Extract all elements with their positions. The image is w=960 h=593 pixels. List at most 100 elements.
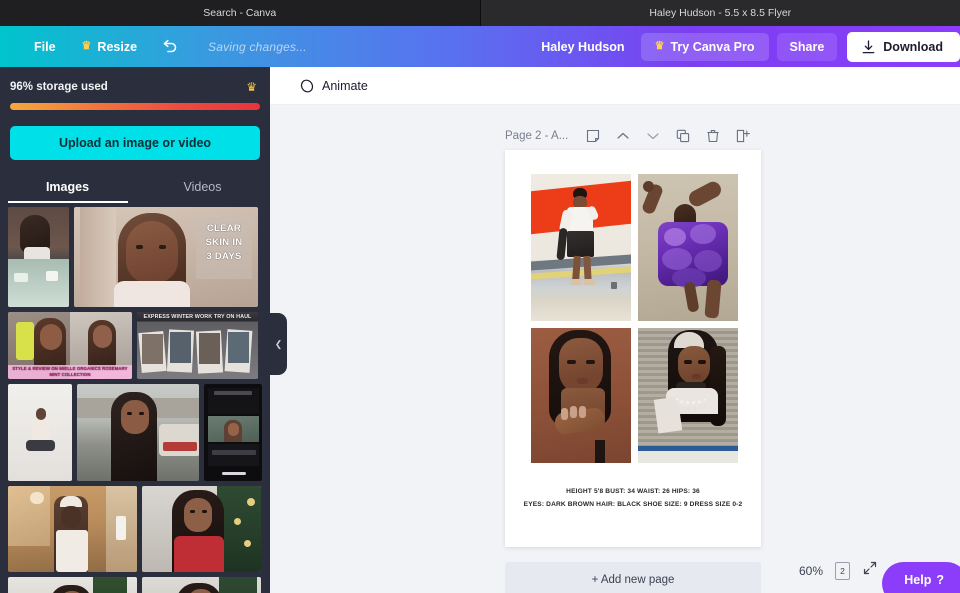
crown-icon: ♛ <box>654 40 665 52</box>
thumbnail-item[interactable] <box>8 384 72 481</box>
design-photo-pearl-necklace[interactable] <box>638 328 738 463</box>
uploads-sidebar: 96% storage used ♛ Upload an image or vi… <box>0 67 270 593</box>
thumbnail-item[interactable] <box>203 384 262 481</box>
page-count-button[interactable]: 2 <box>835 561 850 580</box>
share-label: Share <box>789 39 825 54</box>
crown-icon: ♛ <box>246 80 257 94</box>
add-page-button[interactable] <box>728 125 758 147</box>
toolbar-left-group: File ♛ Resize Saving changes... <box>0 33 307 60</box>
saving-status: Saving changes... <box>208 39 307 54</box>
sidebar-collapse-handle[interactable]: ❮ <box>270 313 287 375</box>
move-down-button[interactable] <box>638 125 668 147</box>
file-menu-button[interactable]: File <box>22 34 68 60</box>
try-canva-pro-button[interactable]: ♛ Try Canva Pro <box>640 32 769 61</box>
help-button[interactable]: Help ? <box>882 562 960 593</box>
browser-tab-search[interactable]: Search - Canva <box>0 0 480 26</box>
expand-button[interactable] <box>862 560 878 581</box>
crown-icon: ♛ <box>81 40 92 52</box>
expand-icon <box>863 561 877 575</box>
tab-videos-label: Videos <box>183 180 222 194</box>
design-photo-grid <box>531 174 738 463</box>
design-caption-line-1: HEIGHT 5'8 BUST: 34 WAIST: 26 HIPS: 36 <box>566 488 700 495</box>
notes-icon <box>587 129 600 143</box>
duplicate-button[interactable] <box>668 125 698 147</box>
add-new-page-label: + Add new page <box>591 574 675 586</box>
page-label[interactable]: Page 2 - A... <box>505 130 568 142</box>
upload-media-button[interactable]: Upload an image or video <box>10 126 260 160</box>
toolbar-right-group: Haley Hudson ♛ Try Canva Pro Share Downl… <box>533 31 960 62</box>
storage-used-label: 96% storage used <box>10 81 108 93</box>
animate-label: Animate <box>322 78 368 93</box>
thumbnail-caption: CLEAR SKIN IN 3 DAYS <box>205 223 243 262</box>
delete-button[interactable] <box>698 125 728 147</box>
tab-images[interactable]: Images <box>0 174 135 203</box>
canvas-scroll-area[interactable]: Page 2 - A... HEIGHT 5'8 BUST: 34 WAIST:… <box>270 105 960 593</box>
download-label: Download <box>883 39 943 54</box>
browser-tab-title: Haley Hudson - 5.5 x 8.5 Flyer <box>649 7 792 19</box>
storage-row: 96% storage used ♛ <box>0 67 270 94</box>
share-button[interactable]: Share <box>776 32 838 61</box>
uploads-thumbnail-grid: CLEAR SKIN IN 3 DAYS STYLE & REVIEW ON M… <box>0 207 270 593</box>
animate-icon <box>300 79 314 92</box>
design-photo-beauty-headshot[interactable] <box>531 328 631 463</box>
undo-icon <box>163 39 177 53</box>
zoom-controls: 60% 2 <box>784 551 892 593</box>
move-up-button[interactable] <box>608 125 638 147</box>
thumbnail-item[interactable] <box>8 486 137 572</box>
design-caption-block: HEIGHT 5'8 BUST: 34 WAIST: 26 HIPS: 36 E… <box>505 486 761 512</box>
move-down-icon <box>647 133 659 140</box>
duplicate-icon <box>677 129 690 143</box>
thumbnail-row <box>8 577 262 593</box>
storage-progress-bar <box>10 103 260 110</box>
account-name-label: Haley Hudson <box>541 39 625 54</box>
thumbnail-item[interactable] <box>8 207 69 307</box>
thumbnail-caption: STYLE & REVIEW ON MIELLE ORGANICS ROSEMA… <box>12 366 128 377</box>
design-caption-line-2: EYES: DARK BROWN HAIR: BLACK SHOE SIZE: … <box>523 500 743 508</box>
move-up-icon <box>617 132 629 139</box>
design-photo-red-wall[interactable] <box>531 174 631 321</box>
resize-button[interactable]: ♛ Resize <box>70 34 149 60</box>
thumbnail-item[interactable] <box>142 486 261 572</box>
file-menu-label: File <box>34 39 56 54</box>
browser-tab-title: Search - Canva <box>203 7 277 19</box>
thumbnail-item[interactable] <box>76 384 199 481</box>
page-toolbar: Page 2 - A... <box>505 125 758 147</box>
thumbnail-row: STYLE & REVIEW ON MIELLE ORGANICS ROSEMA… <box>8 312 262 379</box>
add-page-icon <box>737 129 751 143</box>
tab-active-underline <box>8 201 128 203</box>
thumbnail-item[interactable] <box>8 577 137 593</box>
delete-icon <box>707 130 719 143</box>
thumbnail-caption: EXPRESS WINTER WORK TRY ON HAUL <box>143 314 252 320</box>
thumbnail-row: CLEAR SKIN IN 3 DAYS <box>8 207 262 307</box>
thumbnail-item[interactable] <box>142 577 261 593</box>
design-page-2[interactable]: HEIGHT 5'8 BUST: 34 WAIST: 26 HIPS: 36 E… <box>505 150 761 547</box>
resize-label: Resize <box>97 39 138 54</box>
upload-media-label: Upload an image or video <box>58 136 212 150</box>
design-toolbar: Animate <box>270 67 960 105</box>
help-question-icon: ? <box>936 573 944 587</box>
download-button[interactable]: Download <box>847 31 960 62</box>
thumbnail-item[interactable]: STYLE & REVIEW ON MIELLE ORGANICS ROSEMA… <box>8 312 132 379</box>
design-photo-row <box>531 328 738 463</box>
thumbnail-item[interactable]: CLEAR SKIN IN 3 DAYS <box>74 207 258 307</box>
page-count-label: 2 <box>840 565 845 576</box>
undo-button[interactable] <box>151 33 188 60</box>
add-new-page-button[interactable]: + Add new page <box>505 562 761 593</box>
download-icon <box>862 39 875 53</box>
editor-toolbar: File ♛ Resize Saving changes... Haley Hu… <box>0 26 960 67</box>
tab-videos[interactable]: Videos <box>135 174 270 203</box>
design-photo-row <box>531 174 738 321</box>
account-name-button[interactable]: Haley Hudson <box>533 34 632 60</box>
thumbnail-item[interactable]: EXPRESS WINTER WORK TRY ON HAUL <box>137 312 258 379</box>
browser-tab-strip: Search - Canva Haley Hudson - 5.5 x 8.5 … <box>0 0 960 26</box>
zoom-level-label[interactable]: 60% <box>799 564 823 578</box>
help-label: Help <box>904 573 932 587</box>
try-canva-pro-label: Try Canva Pro <box>670 39 755 54</box>
chevron-left-icon: ❮ <box>274 338 283 349</box>
canva-editor-window: Search - Canva Haley Hudson - 5.5 x 8.5 … <box>0 0 960 593</box>
browser-tab-flyer[interactable]: Haley Hudson - 5.5 x 8.5 Flyer <box>479 0 960 26</box>
notes-button[interactable] <box>578 125 608 147</box>
animate-button[interactable]: Animate <box>292 74 376 98</box>
design-photo-purple-dress[interactable] <box>638 174 738 321</box>
thumbnail-row <box>8 486 262 572</box>
